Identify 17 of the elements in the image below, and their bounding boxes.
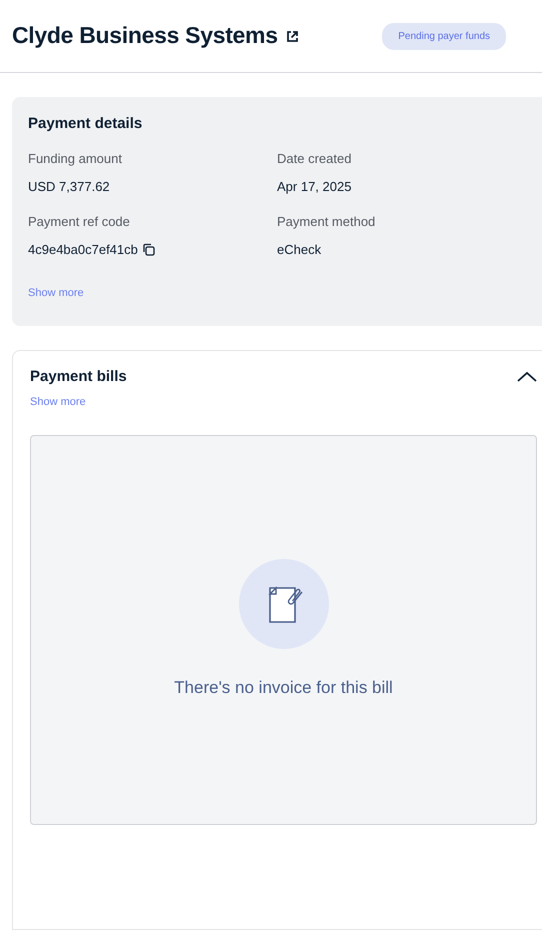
field-value: 4c9e4ba0c7ef41cb <box>28 240 138 258</box>
empty-message: There's no invoice for this bill <box>174 677 393 700</box>
copy-icon[interactable] <box>142 242 155 256</box>
show-more-link[interactable]: Show more <box>30 397 86 408</box>
field-label: Date created <box>277 150 352 168</box>
external-link-icon[interactable] <box>286 30 299 42</box>
card-title: Payment bills <box>30 368 127 386</box>
field-label: Payment ref code <box>28 213 131 231</box>
field-value: Apr 17, 2025 <box>277 178 352 196</box>
field-label: Payment method <box>277 213 376 231</box>
field-value: eCheck <box>277 240 322 258</box>
card-title: Payment details <box>28 115 144 133</box>
show-more-link[interactable]: Show more <box>28 285 84 302</box>
field-label: Funding amount <box>28 150 123 168</box>
status-badge: Pending payer funds <box>382 22 506 50</box>
field-value: USD 7,377.62 <box>28 178 110 196</box>
company-title: Clyde Business Systems <box>12 22 278 50</box>
